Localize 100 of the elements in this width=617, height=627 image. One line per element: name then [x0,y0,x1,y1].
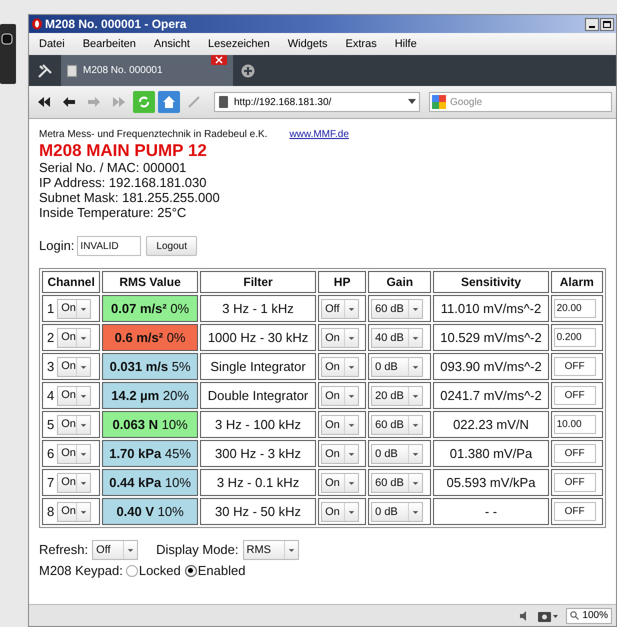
alarm-field[interactable]: OFF [554,386,596,405]
home-button[interactable] [158,91,180,113]
display-mode-label: Display Mode: [156,541,239,560]
filter-cell: 3 Hz - 100 kHz [200,411,316,438]
column-header: Alarm [550,271,603,293]
gain-select[interactable]: 60 dB [371,473,424,494]
website-link[interactable]: www.MMF.de [289,127,349,142]
radio-button[interactable] [126,564,138,577]
channel-number: 8 [47,502,54,521]
radio-button[interactable] [184,564,197,577]
hp-select[interactable]: On [321,473,360,494]
channel-number: 4 [47,386,54,405]
channel-select[interactable]: On [57,502,92,522]
gain-select[interactable]: 60 dB [371,415,424,436]
menu-item[interactable]: Hilfe [394,36,417,52]
home-icon [162,95,176,109]
menu-item[interactable]: Lesezeichen [208,36,270,52]
search-icon [570,611,580,620]
column-header: Gain [368,271,432,293]
device-title: M208 MAIN PUMP 12 [39,142,208,160]
opera-logo-icon [31,18,43,30]
rms-value-cell: 0.6 m/s² 0% [102,324,198,351]
hp-select[interactable]: On [321,386,360,406]
forward-icon [87,96,101,108]
alarm-field[interactable]: OFF [554,357,596,376]
sensitivity-cell: 0241.7 mV/ms^-2 [433,382,549,409]
channel-number: 6 [47,444,54,463]
channel-select[interactable]: On [57,386,92,406]
menu-item[interactable]: Ansicht [154,36,190,52]
hp-select[interactable]: On [321,502,360,522]
channel-select[interactable]: On [57,328,92,348]
window-title: M208 No. 000001 - Opera [45,16,186,33]
channel-number: 2 [47,328,54,347]
alarm-field[interactable]: 10.00 [554,415,596,434]
filter-cell: Double Integrator [200,382,316,409]
info-line: IP Address: 192.168.181.030 [39,175,208,190]
gain-select[interactable]: 40 dB [371,328,424,348]
minimize-button[interactable] [585,18,599,30]
channel-number: 7 [47,474,54,492]
menu-item[interactable]: Extras [346,36,377,52]
radio-label: Locked [138,562,181,580]
alarm-field[interactable]: OFF [554,444,596,463]
channel-select[interactable]: On [57,298,92,318]
column-header: Sensitivity [433,271,549,293]
info-line: Subnet Mask: 181.255.255.000 [39,190,221,205]
hp-select[interactable]: On [321,415,360,436]
hp-select[interactable]: On [321,444,360,464]
channel-number: 5 [47,416,54,434]
alarm-field[interactable]: 20.00 [554,299,596,318]
zoom-field[interactable]: 100% [566,608,612,624]
menu-item[interactable]: Datei [39,36,65,52]
fast-forward-icon [112,96,126,108]
filter-cell: Single Integrator [200,353,316,380]
sensitivity-cell: 10.529 mV/ms^-2 [433,324,549,351]
channel-select[interactable]: On [57,444,92,464]
info-line: Inside Temperature: 25°C [39,205,188,220]
camera-icon [538,610,558,622]
back-icon [62,96,76,108]
gain-select[interactable]: 60 dB [371,299,424,320]
gain-select[interactable]: 0 dB [371,502,424,522]
sensitivity-cell: 01.380 mV/Pa [433,440,549,467]
rms-value-cell: 0.031 m/s 5% [102,353,198,380]
alarm-field[interactable]: OFF [554,502,596,521]
address-field[interactable]: http://192.168.181.30/ [214,92,420,112]
search-field[interactable]: Google [429,92,612,112]
login-label: Login: [39,237,74,256]
rms-value-cell: 0.07 m/s² 0% [102,295,198,322]
filter-cell: 300 Hz - 3 kHz [200,440,316,467]
hp-select[interactable]: On [321,328,360,348]
hp-select[interactable]: Off [321,299,360,320]
maximize-button[interactable] [600,18,614,30]
rms-value-cell: 1.70 kPa 45% [102,440,198,467]
channel-select[interactable]: On [57,414,92,434]
tools-icon [37,62,53,78]
menu-item[interactable]: Bearbeiten [82,36,136,52]
info-line: Serial No. / MAC: 000001 [39,160,188,175]
filter-cell: 3 Hz - 0.1 kHz [200,469,316,496]
column-header: RMS Value [102,271,198,293]
dropdown-arrow-icon [408,99,416,105]
reload-icon [137,95,151,109]
login-field[interactable]: INVALID [77,236,142,256]
menu-item[interactable]: Widgets [288,36,328,52]
alarm-field[interactable]: 0.200 [554,328,596,347]
gain-select[interactable]: 20 dB [371,386,424,406]
display-mode-select[interactable]: RMS [242,540,299,560]
column-header: Channel [42,271,100,293]
alarm-field[interactable]: OFF [554,473,596,492]
sensitivity-cell: 093.90 mV/ms^-2 [433,353,549,380]
logout-button[interactable]: Logout [146,236,198,256]
gain-select[interactable]: 0 dB [371,444,424,464]
refresh-select[interactable]: Off [92,540,138,560]
channel-select[interactable]: On [57,472,92,492]
channel-select[interactable]: On [57,356,92,376]
hp-select[interactable]: On [321,357,360,378]
company-name: Metra Mess- und Frequenztechnik in Radebeul e.K. [39,128,268,142]
browser-tab[interactable]: M208 No. 000001 [61,55,233,86]
gain-select[interactable]: 0 dB [371,357,424,378]
refresh-label: Refresh: [39,541,88,560]
plus-icon [241,64,255,78]
rewind-icon [37,96,51,108]
